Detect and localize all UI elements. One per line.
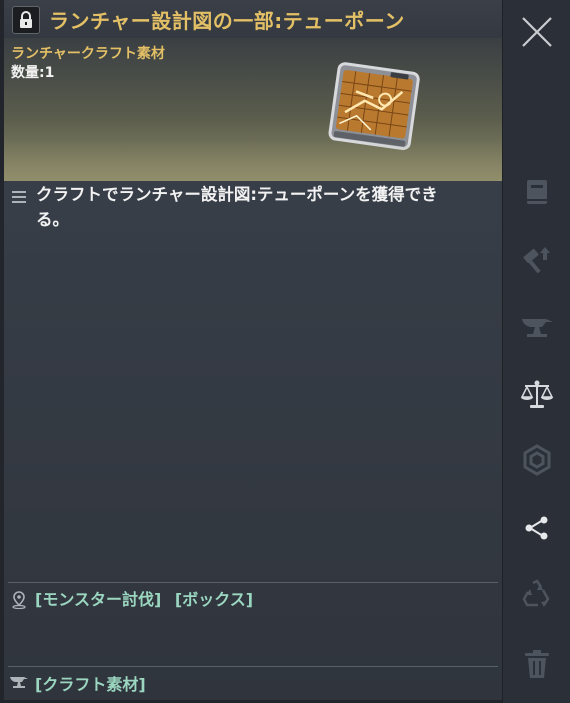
action-sidebar [502, 0, 570, 703]
item-quantity: 数量:1 [11, 65, 55, 81]
anvil-icon[interactable] [517, 308, 557, 348]
item-title: ランチャー設計図の一部:テューポーン [49, 9, 405, 33]
source-tag-monster[interactable]: [モンスター討伐] [35, 590, 161, 609]
recycle-icon[interactable] [517, 574, 557, 614]
close-icon[interactable] [517, 12, 557, 52]
scale-icon[interactable] [517, 374, 557, 414]
item-description: クラフトでランチャー設計図:テューポーンを獲得できる。 [36, 185, 438, 229]
trash-icon[interactable] [517, 644, 557, 684]
item-sources: [モンスター討伐] [ボックス] [35, 586, 261, 610]
lock-icon[interactable] [12, 6, 40, 34]
divider [8, 582, 498, 583]
anvil-icon [10, 677, 28, 688]
list-icon [12, 191, 26, 203]
divider [8, 666, 498, 667]
item-hero-banner: ランチャークラフト素材 数量:1 [4, 38, 502, 181]
title-bar: ランチャー設計図の一部:テューポーン [4, 0, 502, 38]
blueprint-fragment-icon [328, 62, 420, 151]
location-pin-icon [12, 591, 26, 609]
source-tag-box[interactable]: [ボックス] [175, 590, 253, 609]
book-icon[interactable] [517, 172, 557, 212]
hammer-upgrade-icon[interactable] [517, 240, 557, 280]
hexagon-icon[interactable] [517, 440, 557, 480]
share-icon[interactable] [517, 508, 557, 548]
item-type-tag[interactable]: [クラフト素材] [35, 671, 146, 695]
item-category: ランチャークラフト素材 [11, 46, 165, 62]
